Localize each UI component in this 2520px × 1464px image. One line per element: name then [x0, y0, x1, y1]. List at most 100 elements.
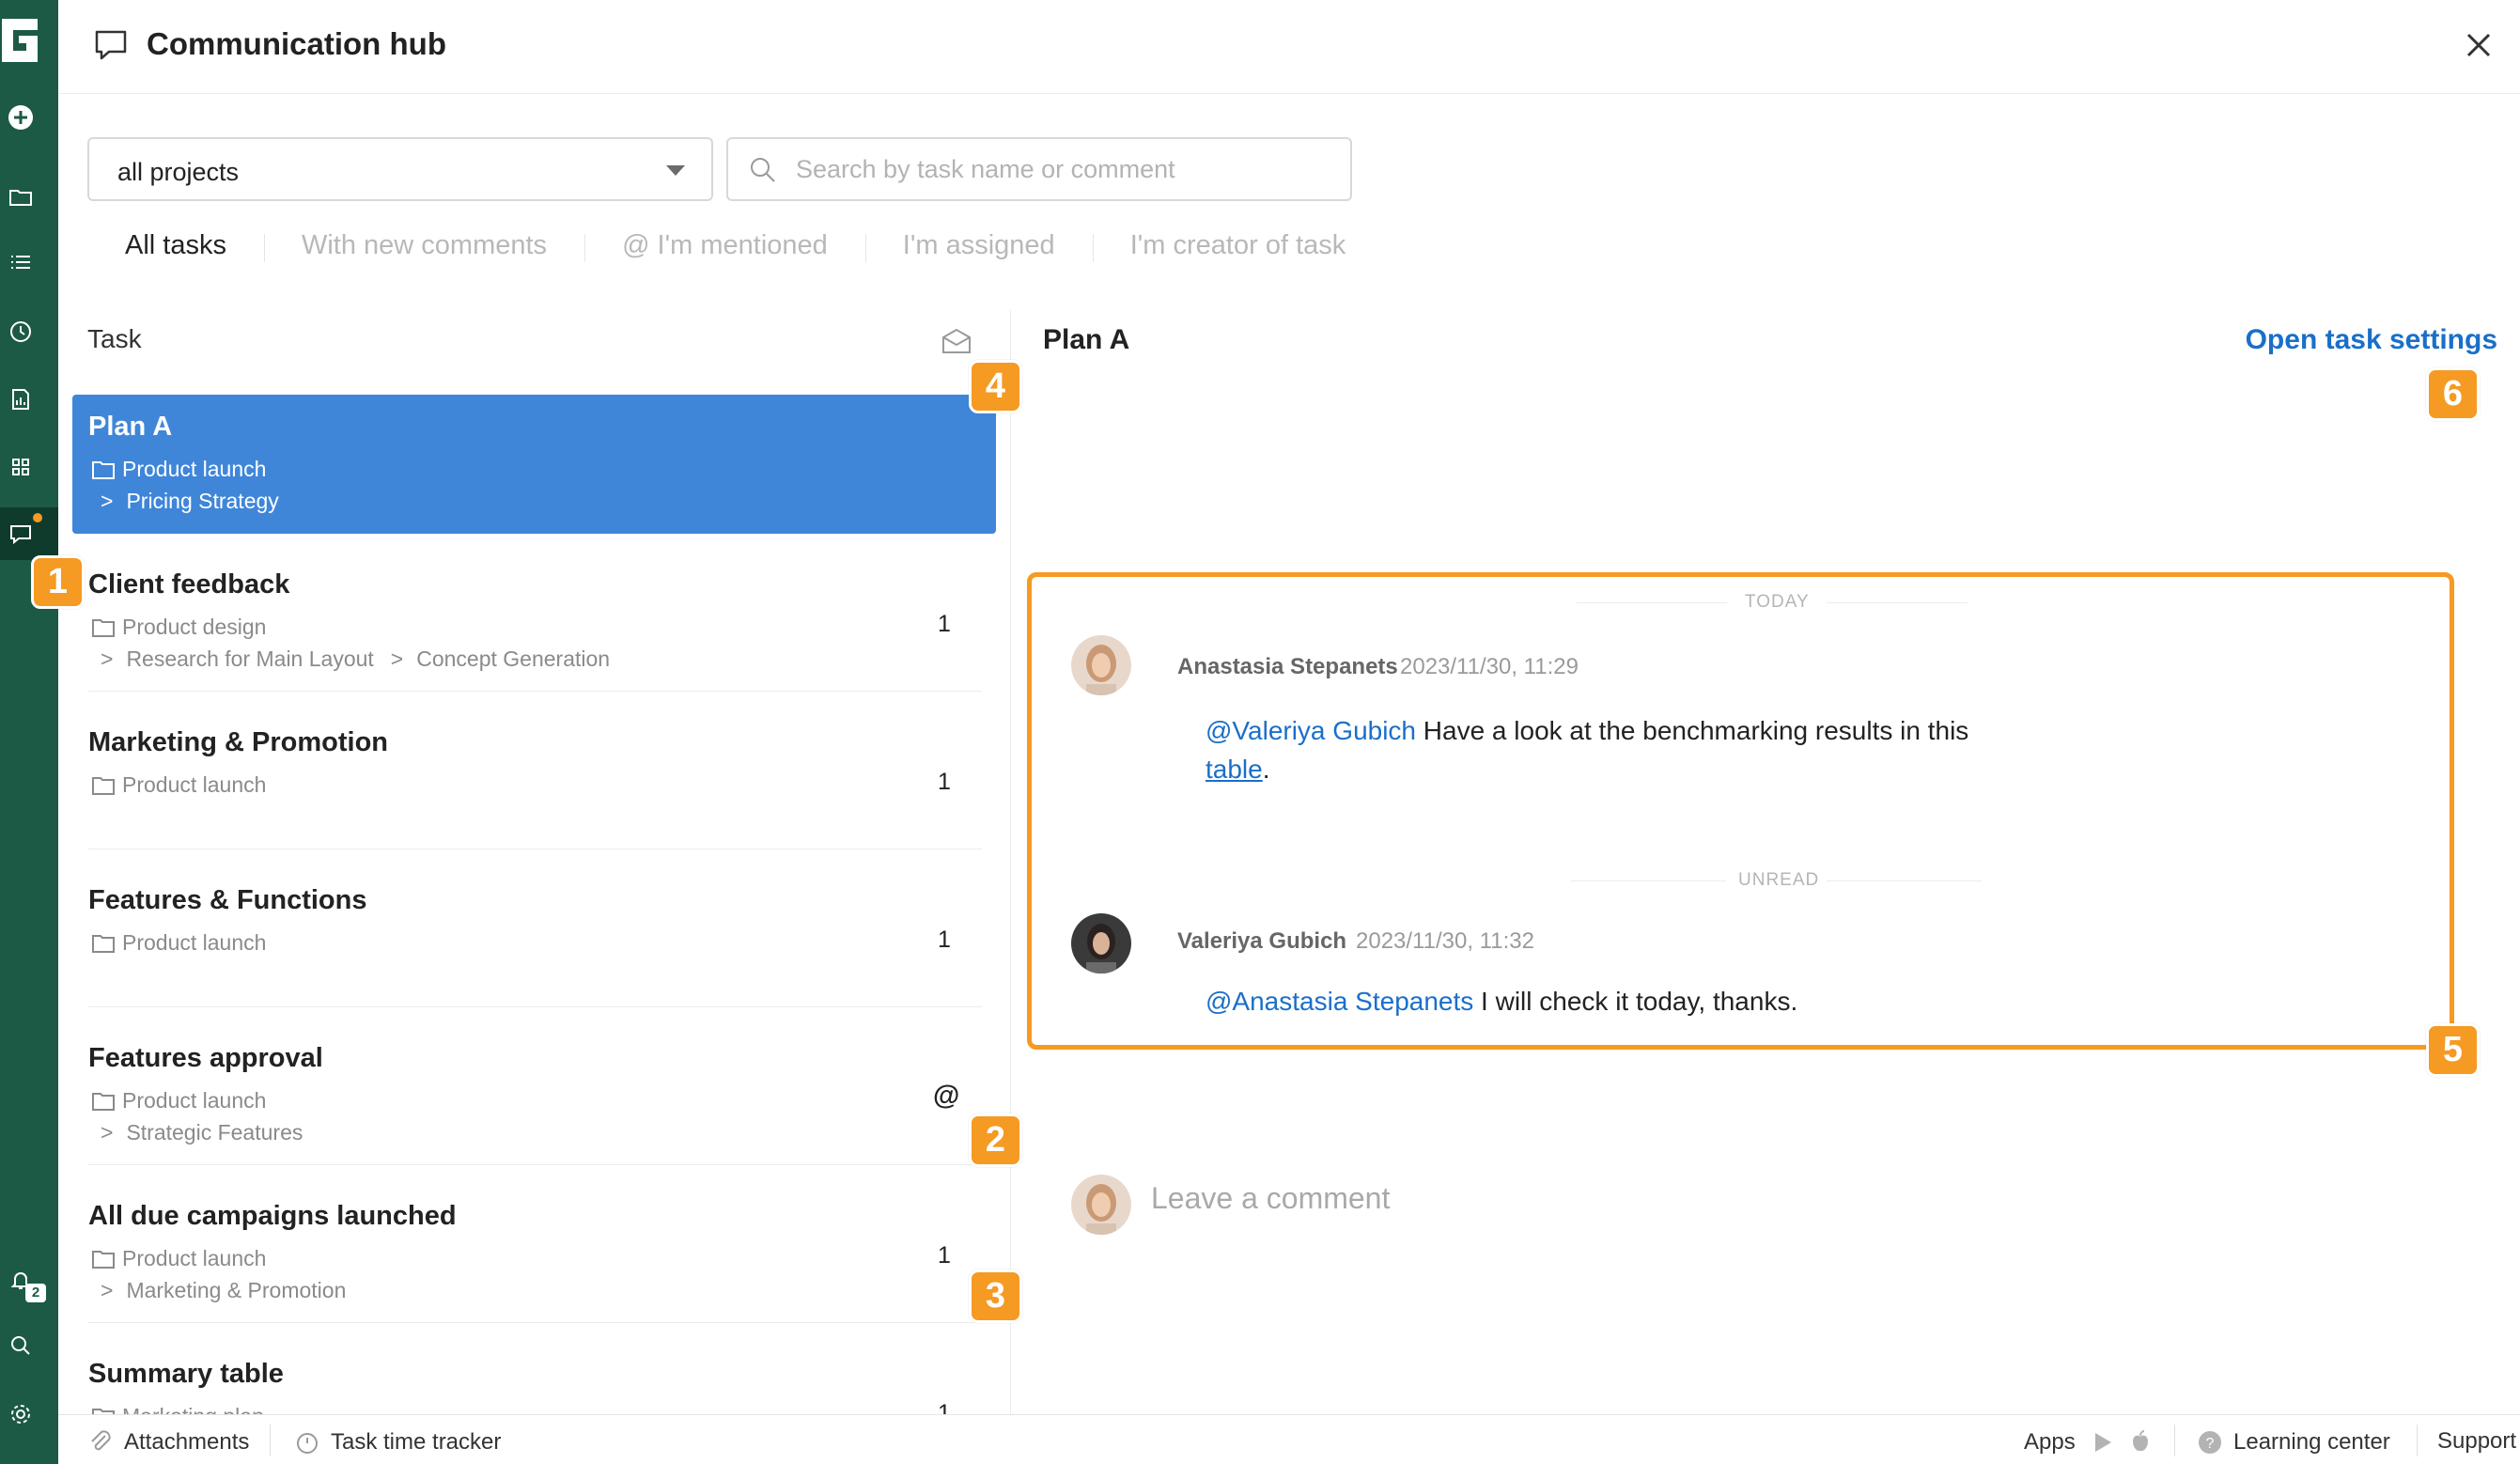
task-column-header: Task	[87, 324, 142, 353]
tab-assigned[interactable]: I'm assigned	[864, 230, 1093, 262]
time-tracker-button[interactable]: Task time tracker	[293, 1428, 501, 1456]
task-title: Summary table	[88, 1359, 284, 1389]
step-marker: 5	[2426, 1023, 2480, 1077]
step-marker: 3	[969, 1269, 1022, 1323]
left-rail: 2	[0, 0, 58, 1464]
attachments-label: Attachments	[124, 1429, 250, 1455]
unread-dot	[33, 513, 42, 522]
footer: Attachments Task time tracker Apps ? Lea…	[58, 1414, 2520, 1464]
settings-gear-icon[interactable]	[5, 1398, 37, 1430]
apps-grid-icon[interactable]	[5, 451, 37, 483]
comment-count: 1	[938, 927, 951, 953]
projects-folder-icon[interactable]	[5, 181, 37, 213]
learning-center-link[interactable]: ? Learning center	[2196, 1428, 2390, 1456]
folder-icon	[92, 1250, 115, 1269]
mail-open-icon[interactable]	[940, 326, 973, 356]
task-row[interactable]: Client feedback Product design > Research…	[72, 553, 996, 692]
communication-chat-icon[interactable]	[5, 518, 37, 550]
comment-count: 1	[938, 611, 951, 637]
task-row[interactable]: Summary table Marketing plan 1	[72, 1342, 996, 1414]
open-task-settings-link[interactable]: Open task settings	[2246, 324, 2497, 356]
avatar	[1071, 1175, 1131, 1235]
apple-icon	[2132, 1430, 2148, 1452]
task-title: Features & Functions	[88, 885, 367, 915]
pane-divider	[1010, 310, 1011, 1415]
learning-center-label: Learning center	[2233, 1429, 2390, 1455]
apps-link[interactable]: Apps	[2024, 1428, 2164, 1456]
search-field[interactable]	[726, 137, 1352, 201]
add-icon[interactable]	[5, 101, 37, 133]
task-path-item: Concept Generation	[416, 646, 611, 671]
task-project-label: Product launch	[122, 772, 267, 797]
notification-count-badge: 2	[25, 1284, 46, 1302]
task-row[interactable]: Plan A Product launch > Pricing Strategy	[72, 395, 996, 534]
task-project-label: Product launch	[122, 457, 267, 481]
task-path: > Research for Main Layout > Concept Genera…	[101, 646, 611, 671]
task-title: Client feedback	[88, 569, 290, 600]
footer-divider	[2174, 1425, 2175, 1456]
task-project: Marketing plan	[91, 1404, 264, 1414]
project-select-value: all projects	[117, 158, 240, 186]
tab-mentioned[interactable]: @ I'm mentioned	[584, 230, 865, 262]
task-row[interactable]: All due campaigns launched Product launc…	[72, 1184, 996, 1323]
task-path-item: Marketing & Promotion	[126, 1278, 347, 1302]
folder-icon	[92, 1092, 115, 1111]
help-icon: ?	[2199, 1431, 2221, 1454]
footer-divider	[270, 1425, 271, 1456]
task-path: > Strategic Features	[101, 1120, 303, 1145]
tab-creator[interactable]: I'm creator of task	[1092, 230, 1384, 262]
task-row[interactable]: Features approval Product launch > Strate…	[72, 1026, 996, 1165]
search-input[interactable]	[796, 148, 1331, 190]
step-marker: 1	[31, 555, 85, 609]
task-project-label: Product launch	[122, 1088, 267, 1113]
step-marker: 2	[969, 1114, 1022, 1167]
tab-new-comments[interactable]: With new comments	[263, 230, 584, 262]
filter-tabs: All tasks With new comments @ I'm mentio…	[87, 222, 1383, 269]
reports-icon[interactable]	[5, 383, 37, 415]
time-tracker-label: Task time tracker	[331, 1429, 502, 1455]
comment-input[interactable]	[1151, 1176, 2448, 1220]
highlight-frame	[1027, 572, 2454, 1050]
task-row[interactable]: Features & Functions Product launch 1	[72, 868, 996, 1007]
list-icon[interactable]	[5, 246, 37, 278]
project-select[interactable]: all projects	[87, 137, 713, 201]
close-button[interactable]	[2458, 24, 2499, 66]
tab-all-tasks[interactable]: All tasks	[87, 230, 264, 261]
folder-icon	[92, 618, 115, 637]
task-project: Product design	[91, 615, 266, 640]
header: Communication hub	[58, 0, 2520, 94]
paperclip-icon	[91, 1430, 111, 1451]
attachments-button[interactable]: Attachments	[86, 1428, 249, 1456]
task-project-label: Product launch	[122, 1246, 267, 1270]
close-icon	[2466, 33, 2491, 57]
task-project-label: Product launch	[122, 930, 267, 955]
svg-text:?: ?	[2206, 1436, 2215, 1452]
task-detail-title: Plan A	[1043, 324, 1130, 355]
task-title: Plan A	[88, 412, 173, 442]
task-path-item: Strategic Features	[126, 1120, 303, 1145]
task-project: Product launch	[91, 1246, 266, 1271]
search-icon[interactable]	[5, 1330, 37, 1362]
task-row[interactable]: Marketing & Promotion Product launch 1	[72, 710, 996, 849]
mention-at-icon: @	[933, 1081, 960, 1111]
play-store-icon	[2094, 1433, 2111, 1452]
chat-bubble-icon	[95, 30, 127, 60]
page-title: Communication hub	[147, 26, 446, 61]
app-logo[interactable]	[0, 17, 41, 64]
comment-count: 1	[938, 769, 951, 795]
apps-label: Apps	[2024, 1429, 2076, 1455]
comment-count: 1	[938, 1400, 951, 1414]
task-project: Product launch	[91, 457, 266, 482]
stopwatch-icon	[297, 1433, 318, 1454]
clock-icon[interactable]	[5, 316, 37, 348]
row-divider	[88, 1006, 982, 1007]
task-path: > Marketing & Promotion	[101, 1278, 347, 1302]
footer-divider	[2417, 1425, 2418, 1456]
chevron-down-icon	[666, 165, 685, 176]
folder-icon	[92, 1408, 115, 1414]
task-title: All due campaigns launched	[88, 1201, 457, 1231]
task-path-item: Research for Main Layout	[126, 646, 374, 671]
support-link[interactable]: Support	[2437, 1428, 2516, 1455]
row-divider	[88, 1164, 982, 1165]
task-path-item: Pricing Strategy	[126, 489, 279, 513]
